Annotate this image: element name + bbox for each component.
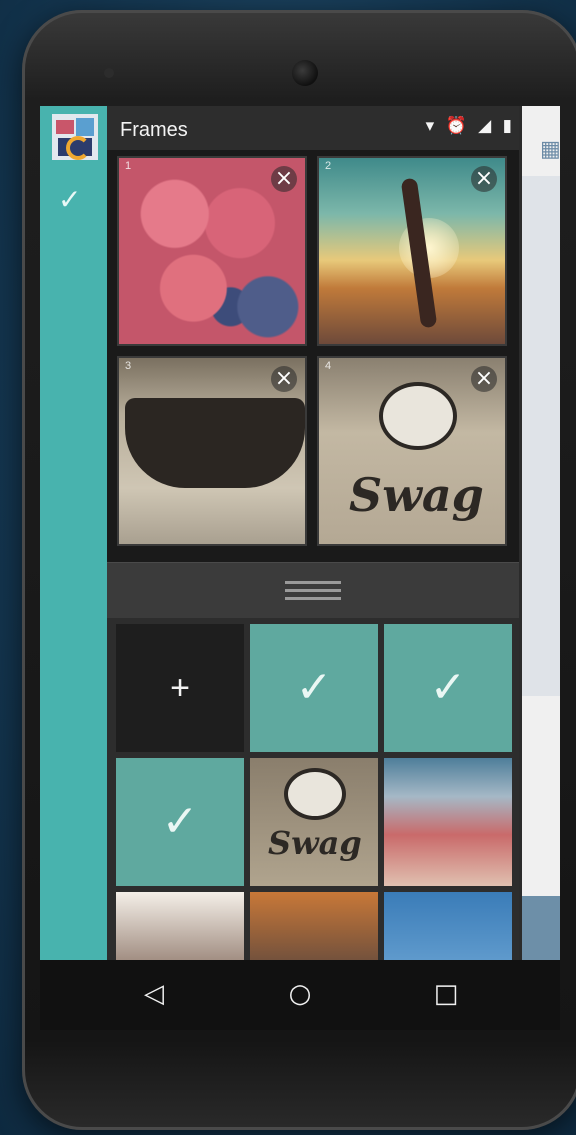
speaker: [104, 68, 114, 78]
frame-number: 1: [125, 160, 132, 172]
swag-text: Swag: [268, 824, 362, 862]
home-icon[interactable]: ○: [280, 974, 320, 1014]
left-panel: ✓: [40, 106, 107, 960]
gallery-photo[interactable]: [384, 758, 512, 886]
close-icon[interactable]: ×: [471, 166, 497, 192]
check-icon: ✓: [295, 662, 333, 713]
frames-grid: 1 × 2 × 3 × Swag 4 ×: [107, 150, 519, 562]
gallery-photo[interactable]: [116, 892, 244, 960]
status-icons: ▾ ⏰ ◢ ▮: [425, 116, 515, 136]
close-icon[interactable]: ×: [271, 366, 297, 392]
main-content: Frames ▾ ⏰ ◢ ▮ 1 × 2 × 3 × Swag 4 × + ✓ …: [107, 106, 519, 960]
gallery-photo-selected[interactable]: ✓: [116, 758, 244, 886]
gallery-photo-selected[interactable]: ✓: [384, 624, 512, 752]
swag-text: Swag: [349, 468, 484, 522]
right-panel-peek[interactable]: ▦: [522, 106, 560, 960]
status-bar: Frames ▾ ⏰ ◢ ▮: [107, 106, 519, 150]
sunglasses-image: [125, 398, 305, 488]
back-icon[interactable]: ◁: [134, 974, 174, 1014]
gallery-photo[interactable]: [384, 892, 512, 960]
page-title: Frames: [120, 119, 188, 141]
gallery-photo[interactable]: Swag: [250, 758, 378, 886]
confirm-check-icon[interactable]: ✓: [58, 186, 81, 214]
frame-4[interactable]: Swag 4 ×: [317, 356, 507, 546]
plus-icon: +: [170, 669, 190, 707]
frame-number: 3: [125, 360, 132, 372]
recents-icon[interactable]: □: [426, 974, 466, 1014]
screen: ✓ Frames ▾ ⏰ ◢ ▮ 1 × 2 × 3 × Swag 4 × + …: [40, 106, 560, 960]
close-icon[interactable]: ×: [271, 166, 297, 192]
frame-2[interactable]: 2 ×: [317, 156, 507, 346]
frame-3[interactable]: 3 ×: [117, 356, 307, 546]
frame-number: 4: [325, 360, 332, 372]
frame-number: 2: [325, 160, 332, 172]
gallery-grid: + ✓ ✓ ✓ Swag: [107, 618, 519, 960]
close-icon[interactable]: ×: [471, 366, 497, 392]
frame-1[interactable]: 1 ×: [117, 156, 307, 346]
grid-icon: ▦: [540, 136, 560, 161]
gallery-photo[interactable]: [250, 892, 378, 960]
front-camera: [292, 60, 318, 86]
add-photo-button[interactable]: +: [116, 624, 244, 752]
check-icon: ✓: [161, 796, 199, 847]
drag-divider[interactable]: [107, 562, 519, 619]
app-icon[interactable]: [52, 114, 98, 160]
gallery-photo-selected[interactable]: ✓: [250, 624, 378, 752]
navigation-bar: ◁ ○ □: [40, 960, 560, 1030]
drag-handle-icon[interactable]: [285, 581, 341, 601]
check-icon: ✓: [429, 662, 467, 713]
